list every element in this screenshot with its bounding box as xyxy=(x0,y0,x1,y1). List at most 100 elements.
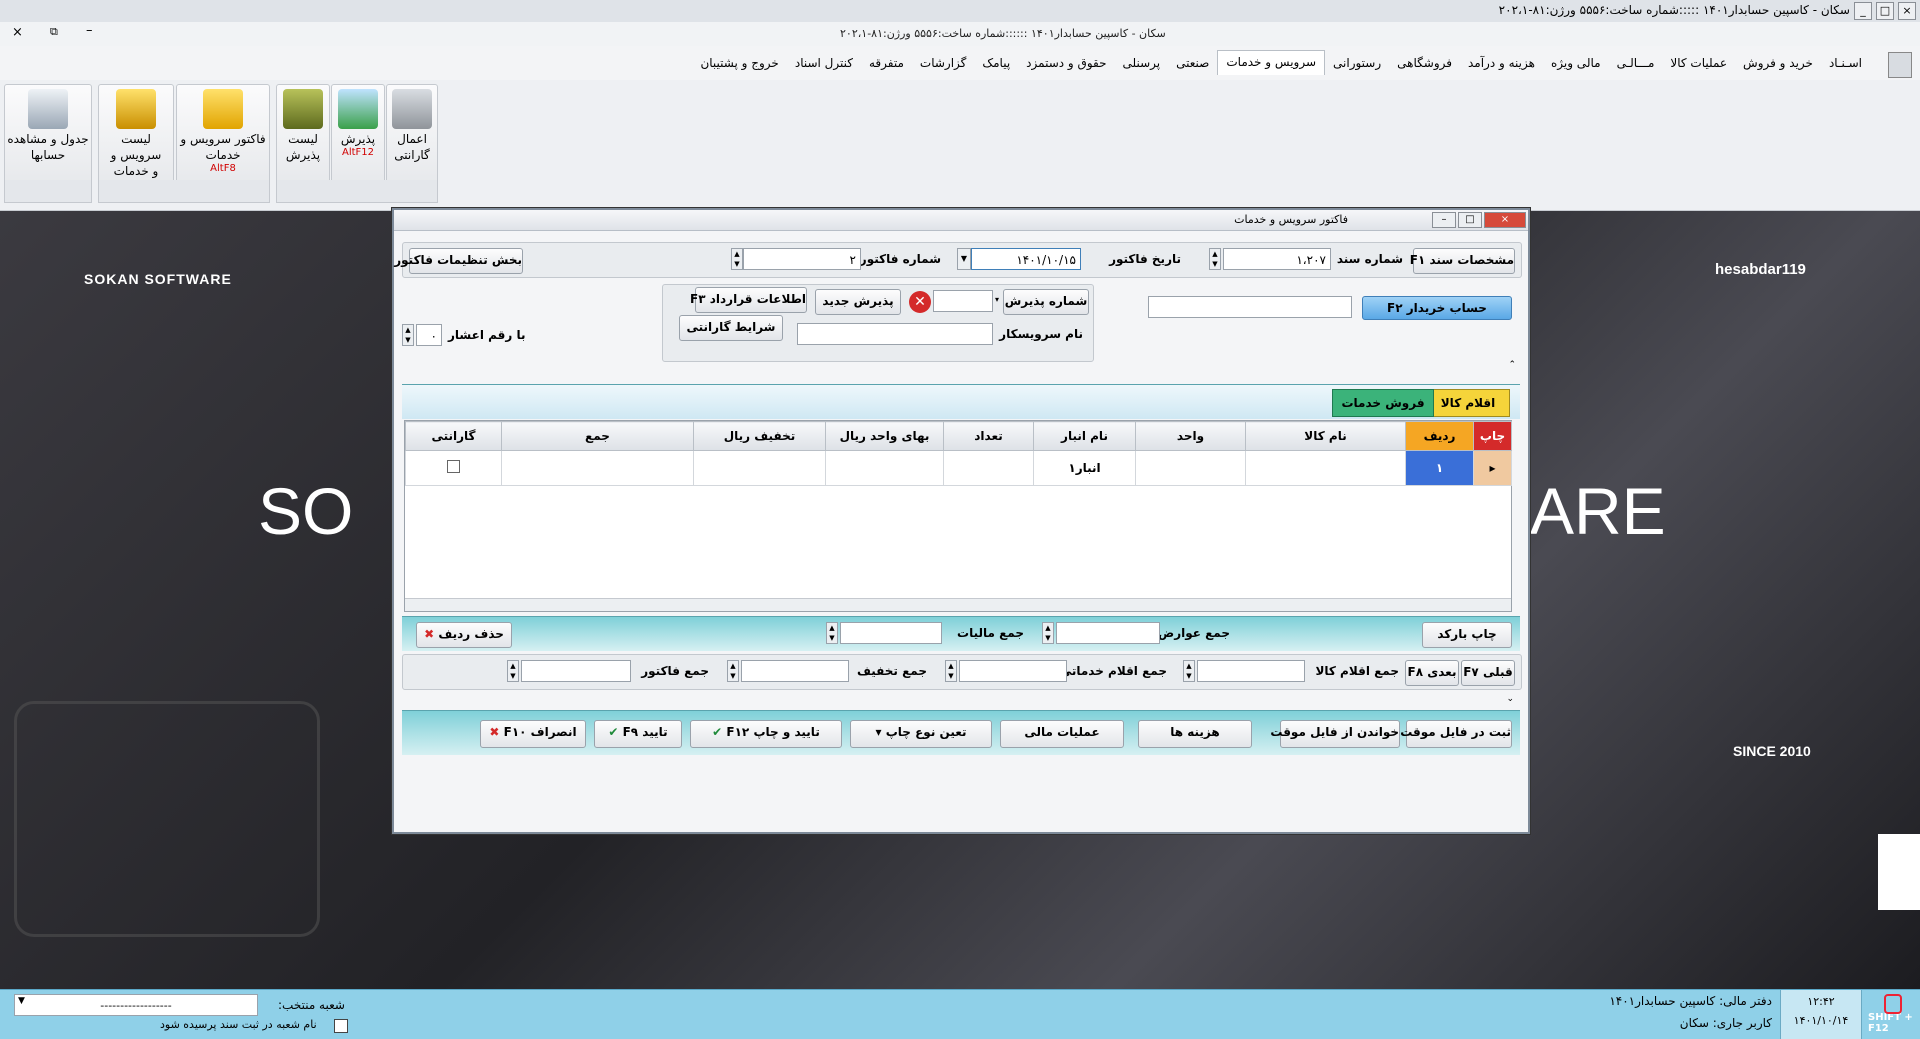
new-reception-button[interactable]: پذیرش جدید xyxy=(815,289,901,315)
confirm-button[interactable]: تایید F۹ ✔ xyxy=(594,720,682,748)
sum-goods-spinner[interactable]: ▲ ▼ xyxy=(1183,660,1195,682)
discount-cell[interactable] xyxy=(693,450,826,486)
menu-item[interactable]: پرسنلی xyxy=(1115,54,1169,75)
inv-no-spinner[interactable]: ▲ ▼ xyxy=(731,248,743,270)
column-header[interactable]: چاپ xyxy=(1473,421,1512,451)
apply-warranty-button[interactable]: اعمال گارانتی xyxy=(386,84,438,184)
confirm-print-button[interactable]: تایید و چاپ F۱۲ ✔ xyxy=(690,720,842,748)
doc-no-input[interactable]: ۱،۲۰۷ xyxy=(1223,248,1331,270)
read-temp-button[interactable]: خواندن از فایل موقت xyxy=(1270,720,1400,748)
service-invoice-button[interactable]: فاکتور سرویس و خدمات AltF8 xyxy=(176,84,270,184)
column-header[interactable]: جمع xyxy=(501,421,694,451)
column-header[interactable]: تعداد xyxy=(943,421,1034,451)
buyer-account-input[interactable] xyxy=(1148,296,1352,318)
menu-item[interactable]: عملیات کالا xyxy=(1662,54,1735,75)
dialog-close-button[interactable]: × xyxy=(1484,212,1526,228)
print-type-button[interactable]: تعین نوع چاپ ▾ xyxy=(850,720,992,748)
branch-ask-checkbox[interactable] xyxy=(334,1019,348,1033)
menu-item[interactable]: کنترل اسناد xyxy=(787,54,861,75)
menu-item[interactable]: مالی ویژه xyxy=(1543,54,1609,75)
app-menu-icon[interactable] xyxy=(1888,52,1912,78)
reception-list-button[interactable]: لیست پذیرش xyxy=(276,84,330,184)
menu-item[interactable]: خروج و پشتیبان xyxy=(692,54,786,75)
service-person-input[interactable] xyxy=(797,323,993,345)
menu-item[interactable]: سرویس و خدمات xyxy=(1217,50,1326,75)
inv-date-input[interactable]: ۱۴۰۱/۱۰/۱۵ xyxy=(971,248,1081,270)
branch-select[interactable]: ------------------ xyxy=(14,994,258,1016)
reception-no-input[interactable] xyxy=(933,290,993,312)
prev-button[interactable]: قبلی F۷ xyxy=(1461,660,1515,686)
column-header[interactable]: تخفیف ریال xyxy=(693,421,826,451)
print-barcode-button[interactable]: چاپ بارکد xyxy=(1422,622,1512,648)
doc-spec-button[interactable]: مشخصات سند F۱ xyxy=(1410,248,1515,274)
sum-services-input[interactable] xyxy=(959,660,1067,682)
sum-tax-spinner[interactable]: ▲ ▼ xyxy=(826,622,838,644)
invoice-settings-button[interactable]: بخش تنظیمات فاکتور xyxy=(394,248,523,274)
delete-row-button[interactable]: حذف ردیف ✖ xyxy=(416,622,512,648)
save-temp-button[interactable]: ثبت در فایل موقت xyxy=(1400,720,1512,748)
menu-item[interactable]: فروشگاهی xyxy=(1389,54,1460,75)
mdi-restore-icon[interactable]: ⧉ xyxy=(50,25,58,39)
total-cell[interactable] xyxy=(501,450,694,486)
doc-no-spinner[interactable]: ▲ ▼ xyxy=(1209,248,1221,270)
sum-goods-input[interactable] xyxy=(1197,660,1305,682)
menu-item[interactable]: متفرقه xyxy=(861,54,912,75)
dialog-minimize-button[interactable]: – xyxy=(1432,212,1456,228)
accounts-table-button[interactable]: جدول و مشاهده حسابها xyxy=(4,84,92,184)
mdi-minimize-icon[interactable]: – xyxy=(86,23,93,38)
expand-icon[interactable]: ⌄ xyxy=(1506,694,1514,704)
column-header[interactable]: نام کالا xyxy=(1245,421,1406,451)
table-row[interactable]: انبار۱ ۱ ▸ xyxy=(405,450,1512,486)
cancel-button[interactable]: انصراف F۱۰ ✖ xyxy=(480,720,586,748)
menu-item[interactable]: رستورانی xyxy=(1325,54,1389,75)
column-header[interactable]: بهای واحد ریال xyxy=(825,421,944,451)
dialog-maximize-button[interactable]: □ xyxy=(1458,212,1482,228)
unit-cell[interactable] xyxy=(1135,450,1246,486)
sum-tolls-spinner[interactable]: ▲ ▼ xyxy=(1042,622,1054,644)
column-header[interactable]: گارانتی xyxy=(405,421,502,451)
mdi-close-icon[interactable]: × xyxy=(12,25,23,40)
financial-ops-button[interactable]: عملیات مالی xyxy=(1000,720,1124,748)
collapse-icon[interactable]: ⌃ xyxy=(1508,360,1516,370)
menu-item[interactable]: حقوق و دستمزد xyxy=(1018,54,1114,75)
unit-price-cell[interactable] xyxy=(825,450,944,486)
warranty-checkbox[interactable] xyxy=(447,460,460,473)
grid-scrollbar[interactable] xyxy=(405,598,1511,611)
menu-item[interactable]: گزارشات xyxy=(912,54,974,75)
menu-item[interactable]: مـــالـی xyxy=(1609,54,1663,75)
decimal-input[interactable]: ۰ xyxy=(416,324,442,346)
sum-discount-spinner[interactable]: ▲ ▼ xyxy=(727,660,739,682)
tab-services[interactable]: فروش خدمات xyxy=(1332,389,1434,417)
next-button[interactable]: بعدی F۸ xyxy=(1405,660,1459,686)
decimal-spinner[interactable]: ▲ ▼ xyxy=(402,324,414,346)
sum-tax-input[interactable] xyxy=(840,622,942,644)
clear-reception-icon[interactable]: ✕ xyxy=(909,291,931,313)
menu-item[interactable]: اسـنـاد xyxy=(1821,54,1870,75)
tab-goods[interactable]: اقلام کالا xyxy=(1426,389,1510,417)
column-header[interactable]: واحد xyxy=(1135,421,1246,451)
sum-invoice-spinner[interactable]: ▲ ▼ xyxy=(507,660,519,682)
sum-services-spinner[interactable]: ▲ ▼ xyxy=(945,660,957,682)
warehouse-cell[interactable]: انبار۱ xyxy=(1033,450,1136,486)
menu-item[interactable]: خرید و فروش xyxy=(1735,54,1821,75)
service-list-button[interactable]: لیست سرویس و و خدمات xyxy=(98,84,174,184)
inv-date-dropdown[interactable]: ▼ xyxy=(957,248,971,270)
sum-invoice-input[interactable] xyxy=(521,660,631,682)
items-grid[interactable]: گارانتی جمع تخفیف ریال بهای واحد ریال تعداد ن… xyxy=(404,420,1512,612)
close-button[interactable]: × xyxy=(1898,2,1916,20)
column-header[interactable]: نام انبار xyxy=(1033,421,1136,451)
reception-no-button[interactable]: شماره پذیرش xyxy=(1003,289,1089,315)
warranty-terms-button[interactable]: شرایط گارانتی xyxy=(679,315,783,341)
menu-item[interactable]: صنعتی xyxy=(1168,54,1217,75)
sum-tolls-input[interactable] xyxy=(1056,622,1160,644)
costs-button[interactable]: هزینه ها xyxy=(1138,720,1252,748)
product-name-cell[interactable] xyxy=(1245,450,1406,486)
column-header[interactable]: ردیف xyxy=(1405,421,1474,451)
warranty-cell[interactable] xyxy=(405,450,502,486)
contract-info-button[interactable]: اطلاعات قرارداد F۳ xyxy=(690,287,807,313)
reception-no-dropdown[interactable]: ▾ xyxy=(993,290,1001,312)
menu-item[interactable]: هزینه و درآمد xyxy=(1460,54,1543,75)
lock-icon[interactable] xyxy=(1884,994,1902,1014)
buyer-account-button[interactable]: حساب خریدار F۲ xyxy=(1362,296,1512,320)
maximize-button[interactable]: □ xyxy=(1876,2,1894,20)
